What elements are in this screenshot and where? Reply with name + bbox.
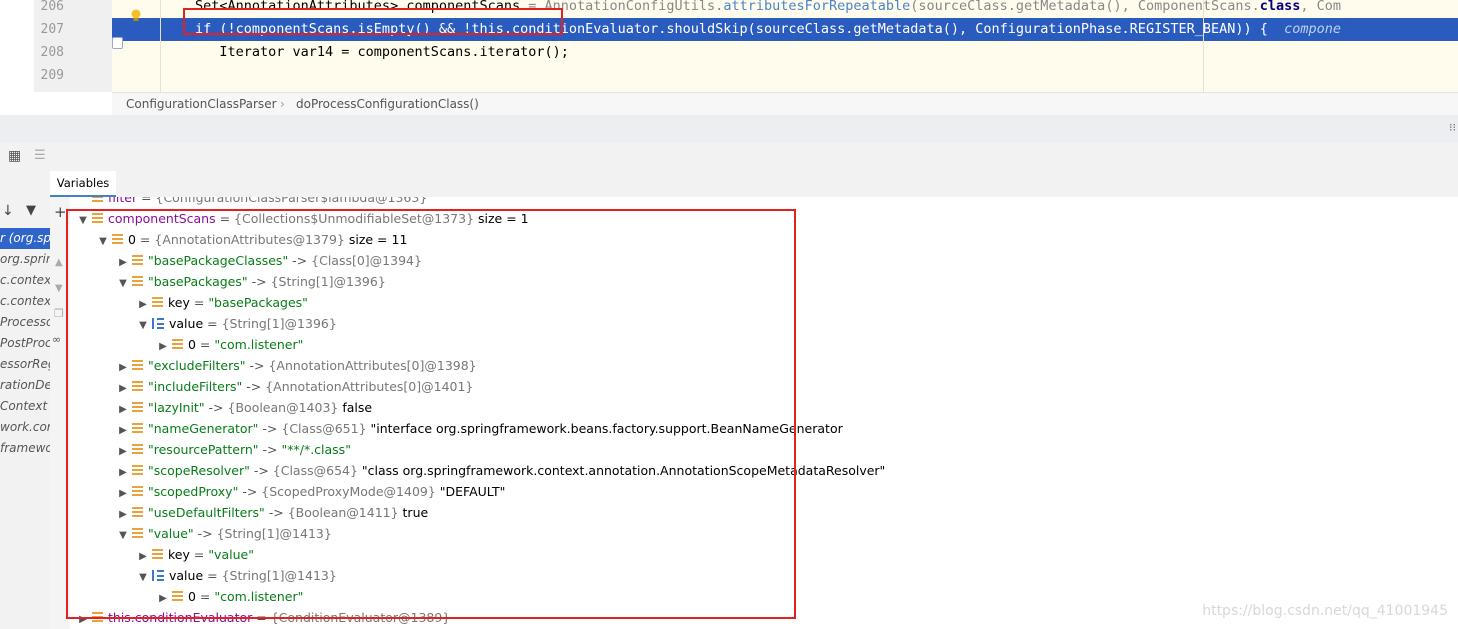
separator: =	[137, 197, 156, 205]
filter-icon[interactable]: ▼	[26, 203, 36, 218]
step-down-icon[interactable]: ↓	[2, 203, 14, 219]
panel-options-icon[interactable]: ⁝⁝	[1449, 121, 1456, 134]
stack-frame-item[interactable]: Context	[0, 396, 47, 417]
breadcrumb-class[interactable]: ConfigurationClassParser	[126, 97, 277, 111]
variable-name: filter	[108, 197, 138, 205]
frames-layout-icon[interactable]: ▦	[8, 148, 21, 164]
breadcrumb-method[interactable]: doProcessConfigurationClass()	[296, 97, 479, 111]
fold-marker-icon[interactable]	[112, 37, 123, 49]
right-margin-guide	[1203, 0, 1204, 92]
line-number: 207	[40, 22, 64, 37]
stack-frame-item[interactable]: essorReg	[0, 354, 50, 375]
stack-frame-item[interactable]: PostProc	[0, 333, 50, 354]
threads-settings-icon[interactable]: ☰	[34, 148, 46, 163]
add-watch-icon[interactable]: +	[54, 203, 67, 221]
stack-frame-item[interactable]: rationDe	[0, 375, 50, 396]
code-editor[interactable]: 206 Set<AnnotationAttributes> componentSc…	[0, 0, 1458, 92]
glasses-icon[interactable]: ∞	[52, 333, 61, 346]
stack-frame-item[interactable]: Processo	[0, 312, 50, 333]
copy-icon[interactable]: ❐	[54, 307, 64, 320]
breadcrumb: ConfigurationClassParser › doProcessConf…	[112, 92, 1458, 116]
stack-frame-item[interactable]: c.context.	[0, 291, 50, 312]
watermark: https://blog.csdn.net/qq_41001945	[1202, 603, 1448, 619]
stack-frame-item[interactable]: org.sprin	[0, 249, 50, 270]
field-icon	[92, 197, 103, 203]
stack-frame-item[interactable]: c.context.	[0, 270, 50, 291]
tab-variables[interactable]: Variables	[50, 171, 116, 197]
stack-frame-item[interactable]: r (org.spr	[0, 228, 50, 249]
move-down-icon[interactable]: ▼	[55, 283, 63, 294]
move-up-icon[interactable]: ▲	[55, 257, 63, 268]
code-line[interactable]	[112, 64, 1458, 87]
debug-panel-header: ⁝⁝	[0, 115, 1458, 144]
editor-left-margin	[0, 0, 34, 115]
variable-row[interactable]: filter = {ConfigurationClassParser$lambd…	[76, 197, 427, 208]
variables-highlight-box	[66, 209, 796, 619]
lightbulb-icon[interactable]	[130, 9, 142, 23]
annotation-highlight-box	[183, 8, 563, 35]
line-number: 208	[40, 45, 64, 60]
frames-list: ↓ ▼ r (org.sprorg.sprinc.context.c.conte…	[0, 171, 51, 629]
stack-frame-item[interactable]: framewo	[0, 438, 50, 459]
code-text: Iterator var14 = componentScans.iterator…	[195, 44, 569, 60]
line-number: 209	[40, 68, 64, 83]
breadcrumb-separator-icon: ›	[280, 97, 285, 111]
variables-tabbar: Variables	[50, 171, 1458, 198]
stack-frame-item[interactable]: work.cont	[0, 417, 50, 438]
indent-guide	[160, 0, 161, 92]
debug-toolbar: ▦ ☰	[0, 143, 1458, 171]
variable-type: {ConfigurationClassParser$lambda@1363}	[155, 197, 428, 205]
line-number: 206	[40, 0, 64, 14]
